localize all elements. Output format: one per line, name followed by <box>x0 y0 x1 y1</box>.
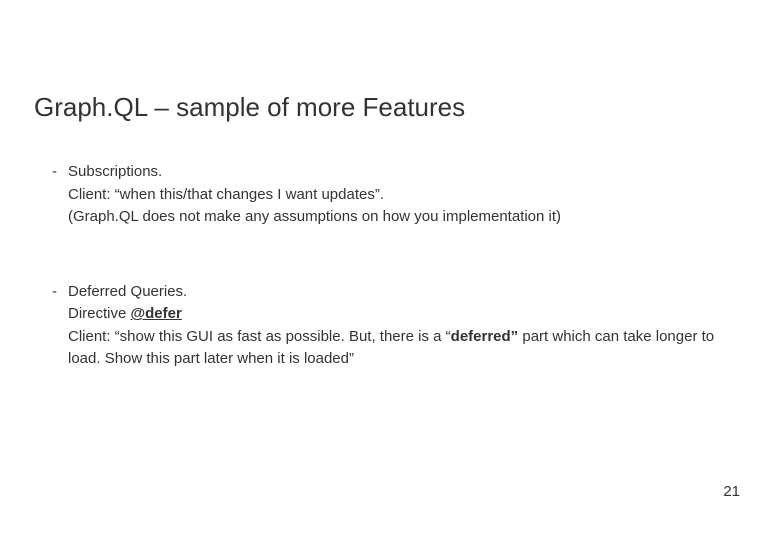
bullet-deferred-queries: - Deferred Queries. Directive @defer Cli… <box>52 281 746 371</box>
bullet-line: Client: “show this GUI as fast as possib… <box>68 326 746 371</box>
bullet-line: (Graph.QL does not make any assumptions … <box>68 206 746 229</box>
bullet-body: Subscriptions. Client: “when this/that c… <box>68 161 746 229</box>
bullet-heading: Subscriptions. <box>68 161 746 184</box>
slide-title: Graph.QL – sample of more Features <box>34 0 746 123</box>
bullet-dash: - <box>52 281 68 371</box>
directive-label: Directive <box>68 305 131 322</box>
bullet-line: Client: “when this/that changes I want u… <box>68 184 746 207</box>
bullet-line: Directive @defer <box>68 303 746 326</box>
bullet-heading: Deferred Queries. <box>68 281 746 304</box>
bullet-body: Deferred Queries. Directive @defer Clien… <box>68 281 746 371</box>
slide: Graph.QL – sample of more Features - Sub… <box>0 0 780 540</box>
text-pre: Client: “show this GUI as fast as possib… <box>68 328 451 345</box>
page-number: 21 <box>723 483 740 500</box>
bullet-dash: - <box>52 161 68 229</box>
slide-content: - Subscriptions. Client: “when this/that… <box>34 123 746 371</box>
text-bold: deferred” <box>451 328 519 345</box>
directive-name: @defer <box>131 305 182 322</box>
bullet-subscriptions: - Subscriptions. Client: “when this/that… <box>52 161 746 229</box>
